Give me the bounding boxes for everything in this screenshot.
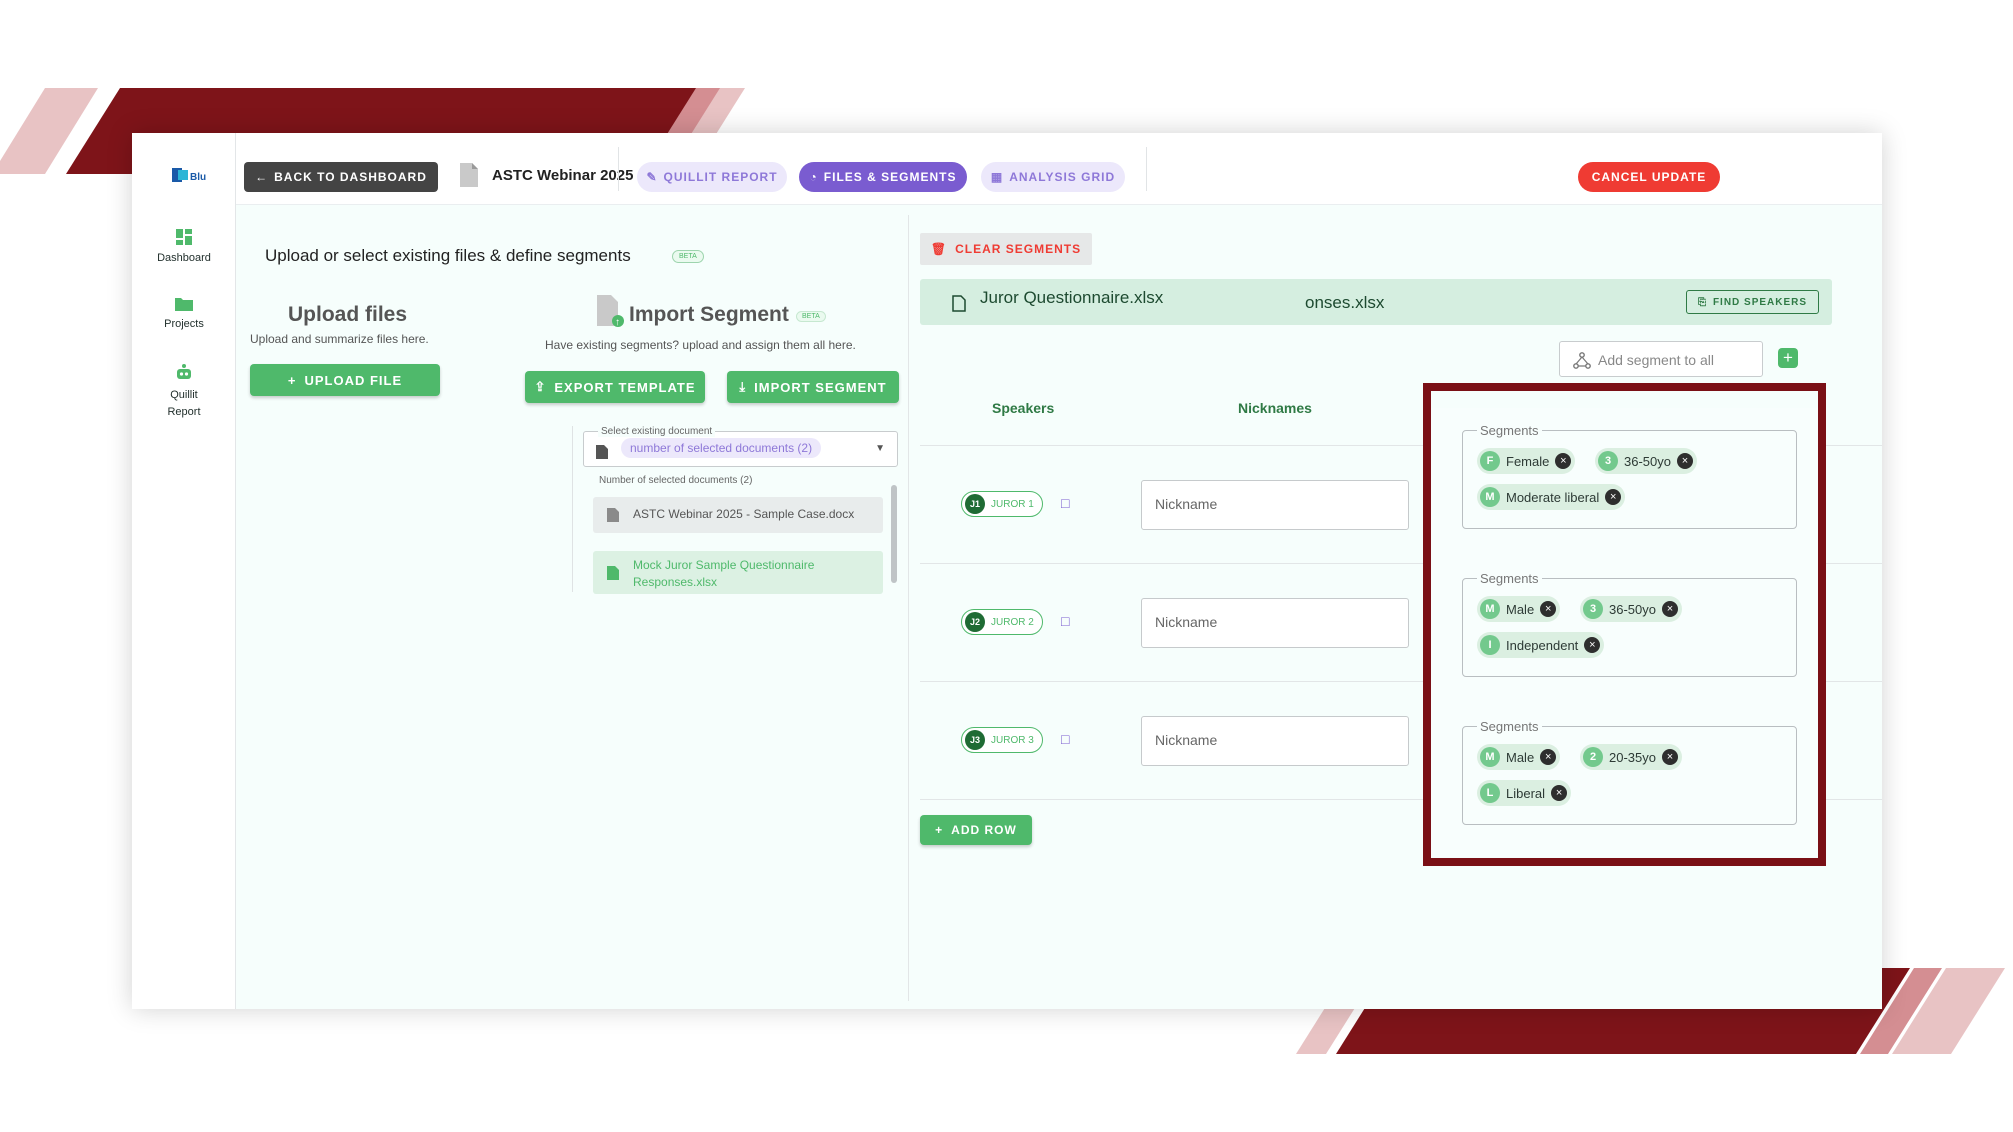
arrow-left-icon: ← (255, 170, 269, 184)
document-list-item[interactable]: ASTC Webinar 2025 - Sample Case.docx (593, 497, 883, 533)
file-tab-juror-questionnaire[interactable]: Juror Questionnaire.xlsx (980, 288, 1163, 308)
app-window: Blu Dashboard Projects Quillit Report ← … (132, 133, 1882, 1009)
import-segment-title: Import Segment (629, 303, 789, 326)
sidebar-item-quillit-report[interactable]: Quillit Report (132, 363, 236, 421)
pie-chart-icon: ◔ (809, 170, 818, 184)
back-to-dashboard-button[interactable]: ← BACK TO DASHBOARD (244, 162, 438, 192)
document-list-item[interactable]: Mock Juror Sample Questionnaire Response… (593, 551, 883, 594)
screenshot-stage: Blu Dashboard Projects Quillit Report ← … (0, 0, 2013, 1132)
sidebar-item-label: Quillit Report (167, 389, 201, 418)
dashboard-icon (176, 229, 192, 245)
selected-documents-count: Number of selected documents (2) (599, 475, 753, 486)
report-icon: ✎ (646, 170, 658, 184)
add-segment-placeholder: Add segment to all (1598, 352, 1714, 368)
grid-icon: ▦ (990, 170, 1004, 184)
upload-files-subtitle: Upload and summarize files here. (250, 332, 429, 346)
svg-text:Blu: Blu (190, 172, 206, 183)
nicknames-column-header: Nicknames (1238, 400, 1312, 416)
panel-divider (908, 215, 909, 1001)
document-list-scrollbar[interactable] (891, 485, 897, 583)
comment-icon[interactable]: □ (1061, 613, 1069, 629)
cancel-update-button[interactable]: CANCEL UPDATE (1578, 162, 1720, 192)
speaker-chip-juror-2[interactable]: J2 JUROR 2 (961, 609, 1043, 635)
project-title: ASTC Webinar 2025 (492, 167, 634, 184)
upload-files-title: Upload files (288, 303, 408, 326)
sidebar-item-label: Dashboard (157, 252, 211, 264)
beta-badge: BETA (672, 250, 704, 263)
tab-analysis-grid[interactable]: ▦ ANALYSIS GRID (981, 162, 1125, 192)
add-segment-input[interactable]: Add segment to all (1559, 341, 1763, 377)
find-speakers-button[interactable]: ⎘ FIND SPEAKERS (1686, 290, 1819, 314)
speaker-chip-juror-1[interactable]: J1 JUROR 1 (961, 491, 1043, 517)
app-logo[interactable]: Blu (172, 167, 206, 183)
segment-network-icon (1573, 352, 1591, 369)
nickname-input[interactable]: Nickname (1141, 480, 1409, 530)
trash-icon: 🗑 (930, 242, 948, 256)
folder-icon (175, 298, 193, 311)
document-name: ASTC Webinar 2025 - Sample Case.docx (633, 507, 855, 521)
sidebar-item-projects[interactable]: Projects (132, 296, 236, 330)
top-bar: ← BACK TO DASHBOARD ASTC Webinar 2025 ✎ Q… (236, 133, 1882, 205)
export-icon: ⇪ (534, 379, 547, 394)
import-beta-badge: BETA (796, 311, 826, 322)
file-icon (952, 295, 966, 312)
select-document-label: Select existing document (598, 426, 716, 437)
plus-icon: + (287, 372, 297, 388)
file-tab-responses[interactable]: onses.xlsx (1305, 293, 1384, 313)
import-file-icon: ↑ (597, 295, 624, 328)
import-segment-subtitle: Have existing segments? upload and assig… (545, 338, 856, 352)
add-row-button[interactable]: + ADD ROW (920, 815, 1032, 845)
chevron-down-icon[interactable]: ▼ (875, 443, 885, 454)
plus-icon: + (935, 823, 944, 837)
document-name: Mock Juror Sample Questionnaire Response… (633, 558, 815, 589)
document-icon (607, 508, 619, 522)
export-template-button[interactable]: ⇪ EXPORT TEMPLATE (525, 371, 705, 403)
upload-file-button[interactable]: + UPLOAD FILE (250, 364, 440, 396)
highlight-box (1423, 383, 1826, 866)
comment-icon[interactable]: □ (1061, 495, 1069, 511)
import-segment-button[interactable]: ⤓ IMPORT SEGMENT (727, 371, 899, 403)
divider (1146, 147, 1147, 191)
sidebar-item-label: Projects (164, 318, 204, 330)
clear-segments-button[interactable]: 🗑 CLEAR SEGMENTS (920, 233, 1092, 265)
robot-icon (177, 364, 191, 379)
speakers-column-header: Speakers (992, 400, 1055, 416)
divider (618, 147, 619, 191)
selected-documents-chip[interactable]: number of selected documents (2) (621, 438, 822, 458)
download-icon: ⤓ (739, 379, 747, 394)
nickname-input[interactable]: Nickname (1141, 598, 1409, 648)
comment-icon[interactable]: □ (1061, 731, 1069, 747)
speaker-chip-juror-3[interactable]: J3 JUROR 3 (961, 727, 1043, 753)
document-icon (460, 163, 478, 187)
document-icon (596, 445, 608, 459)
tab-quillit-report[interactable]: ✎ QUILLIT REPORT (637, 162, 787, 192)
svg-text:↑: ↑ (615, 317, 620, 328)
add-segment-plus-icon[interactable]: + (1778, 348, 1798, 368)
search-doc-icon: ⎘ (1697, 296, 1707, 308)
document-icon (607, 566, 619, 580)
sidebar-item-dashboard[interactable]: Dashboard (132, 228, 236, 264)
sidebar: Blu Dashboard Projects Quillit Report (132, 133, 236, 1009)
divider (572, 426, 573, 592)
page-heading: Upload or select existing files & define… (265, 246, 631, 265)
tab-files-segments[interactable]: ◔ FILES & SEGMENTS (799, 162, 967, 192)
nickname-input[interactable]: Nickname (1141, 716, 1409, 766)
